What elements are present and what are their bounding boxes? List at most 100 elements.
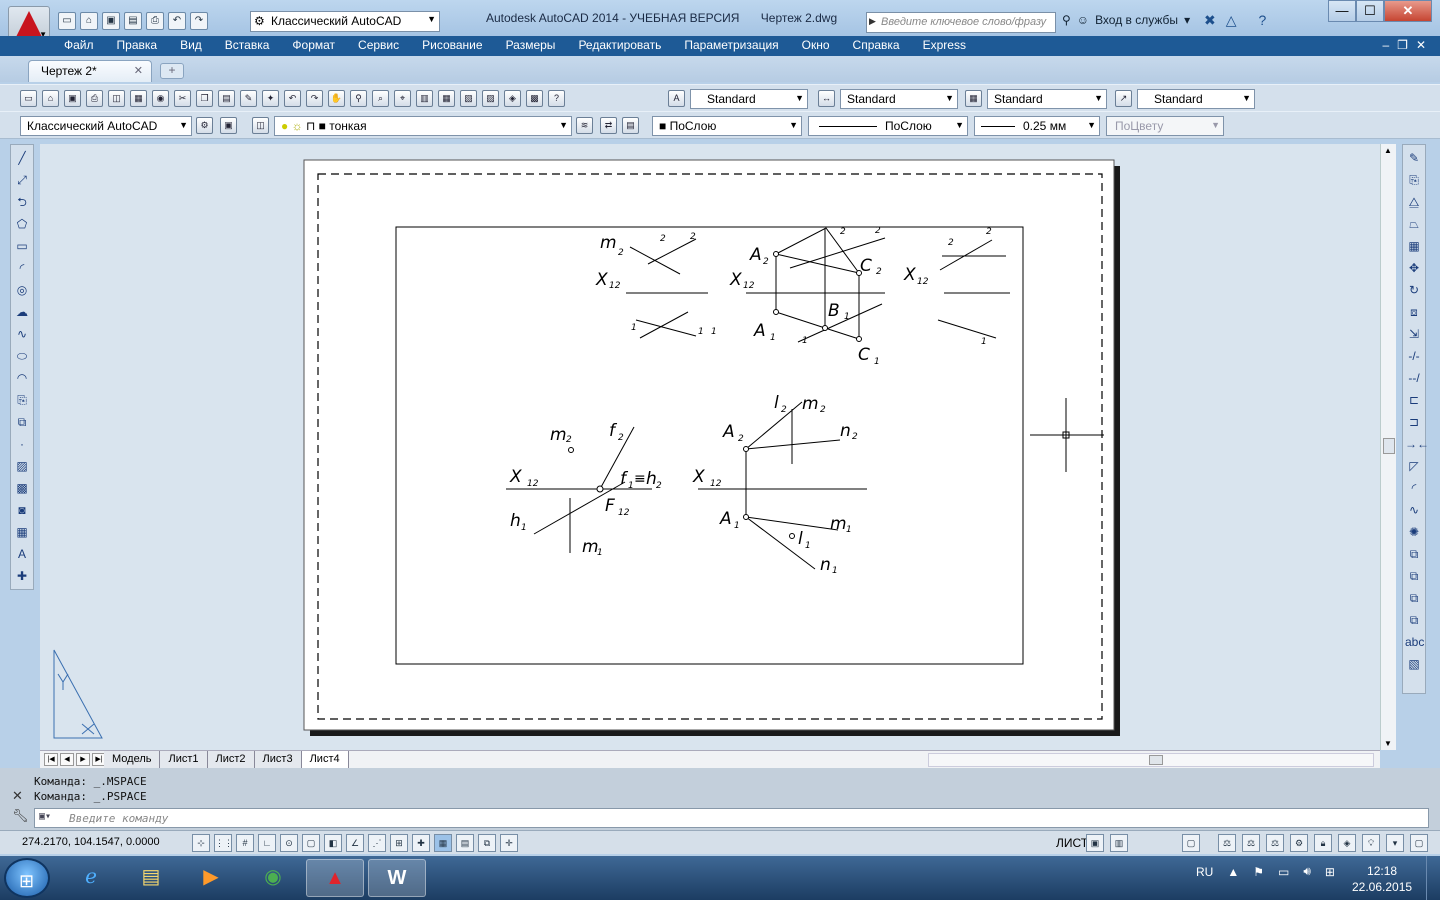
help-search-input[interactable]: ▶ Введите ключевое слово/фразу [866, 12, 1056, 33]
annotation-scale-icon[interactable]: ⚖ [1218, 834, 1236, 852]
dynamic-ucs-icon[interactable]: ⋰ [368, 834, 386, 852]
insert-block-icon[interactable]: ⎘ [13, 391, 31, 409]
send-under-icon[interactable]: ⧉ [1405, 611, 1423, 629]
print-icon[interactable]: ⎙ [86, 90, 103, 107]
word-taskbar-icon[interactable]: W [368, 859, 426, 897]
construction-line-icon[interactable]: ⤢ [13, 171, 31, 189]
tab-sheet1[interactable]: Лист1 [160, 751, 208, 768]
block-editor-icon[interactable]: ✦ [262, 90, 279, 107]
close-icon[interactable]: ✕ [134, 64, 143, 77]
draworder-front-icon[interactable]: ⧉ [1405, 545, 1423, 563]
design-center-icon[interactable]: ▦ [438, 90, 455, 107]
flag-icon[interactable]: ⚑ [1253, 865, 1264, 879]
trim-icon[interactable]: -/- [1405, 347, 1423, 365]
menu-view[interactable]: Вид [180, 38, 213, 52]
mleader-style-icon[interactable]: ↗ [1115, 90, 1132, 107]
new-tab-button[interactable]: + [160, 63, 184, 79]
horizontal-scrollbar[interactable] [928, 753, 1374, 767]
menu-modify[interactable]: Редактировать [578, 38, 672, 52]
menu-draw[interactable]: Рисование [422, 38, 493, 52]
ellipse-arc-icon[interactable]: ◠ [13, 369, 31, 387]
stretch-icon[interactable]: ⇲ [1405, 325, 1423, 343]
undo-icon[interactable]: ↶ [168, 12, 186, 30]
autocad-taskbar-icon[interactable]: ▲ [306, 859, 364, 897]
zoom-previous-icon[interactable]: ⌖ [394, 90, 411, 107]
layer-state-icon[interactable]: ▤ [622, 117, 639, 134]
scroll-thumb[interactable] [1149, 755, 1163, 765]
redo-icon[interactable]: ↷ [306, 90, 323, 107]
annotation-visibility-icon[interactable]: ⚖ [1242, 834, 1260, 852]
workspace-select[interactable]: ⚙ Классический AutoCAD ▼ [250, 11, 440, 32]
internet-explorer-icon[interactable]: ℯ [62, 859, 120, 897]
blend-curves-icon[interactable]: ∿ [1405, 501, 1423, 519]
add-selected-icon[interactable]: ✚ [13, 567, 31, 585]
polyline-icon[interactable]: ⮌ [13, 193, 31, 211]
save-icon[interactable]: ▣ [102, 12, 120, 30]
fillet-icon[interactable]: ◜ [1405, 479, 1423, 497]
layer-select[interactable]: ● ☼ ⊓ ■ тонкая ▼ [274, 116, 572, 136]
join-icon[interactable]: →← [1405, 435, 1429, 453]
command-input[interactable]: ▣▾ Введите команду [34, 808, 1429, 828]
next-tab-icon[interactable]: ▶ [76, 753, 90, 766]
tab-sheet4[interactable]: Лист4 [301, 751, 349, 768]
close-button[interactable]: ✕ [1384, 0, 1432, 22]
auto-scale-icon[interactable]: ⚖ [1266, 834, 1284, 852]
show-lineweight-icon[interactable]: ✚ [412, 834, 430, 852]
menu-tools[interactable]: Сервис [358, 38, 410, 52]
binoculars-icon[interactable]: ⚲ [1062, 13, 1071, 27]
mdi-close-icon[interactable]: ✕ [1416, 38, 1426, 52]
paste-icon[interactable]: ▤ [218, 90, 235, 107]
new-file-icon[interactable]: ▭ [20, 90, 37, 107]
transparency-icon[interactable]: ▦ [434, 834, 452, 852]
match-properties-icon[interactable]: ✎ [240, 90, 257, 107]
save-as-icon[interactable]: ▤ [124, 12, 142, 30]
menu-file[interactable]: Файл [64, 38, 105, 52]
text-to-front-icon[interactable]: abc [1405, 633, 1424, 651]
scroll-up-icon[interactable]: ▲ [1384, 146, 1392, 155]
snap-mode-icon[interactable]: ⋮⋮ [214, 834, 233, 852]
text-style-icon[interactable]: A [668, 90, 685, 107]
gradient-icon[interactable]: ▩ [13, 479, 31, 497]
mdi-restore-icon[interactable]: ❐ [1397, 38, 1408, 52]
break-icon[interactable]: ⊐ [1405, 413, 1423, 431]
menu-express[interactable]: Express [923, 38, 977, 52]
rotate-icon[interactable]: ↻ [1405, 281, 1423, 299]
spline-icon[interactable]: ∿ [13, 325, 31, 343]
drawing-area[interactable]: m 2 2 2 X 12 1 1 1 A 2 X 12 2 2 C 2 B 1 … [40, 144, 1380, 750]
move-icon[interactable]: ✥ [1405, 259, 1423, 277]
print-preview-icon[interactable]: ◫ [108, 90, 125, 107]
login-label[interactable]: Вход в службы [1095, 13, 1178, 27]
windows-small-icon[interactable]: ⊞ [1325, 865, 1335, 879]
hatch-icon[interactable]: ▨ [13, 457, 31, 475]
chamfer-icon[interactable]: ◸ [1405, 457, 1423, 475]
table-icon[interactable]: ▦ [13, 523, 31, 541]
layer-manager-icon[interactable]: ◫ [252, 117, 269, 134]
quickcalc-icon[interactable]: ▩ [526, 90, 543, 107]
dynamic-input-icon[interactable]: ⊞ [390, 834, 408, 852]
language-indicator[interactable]: RU [1196, 865, 1213, 879]
menu-help[interactable]: Справка [853, 38, 911, 52]
coordinates-readout[interactable]: 274.2170, 104.1547, 0.0000 [22, 836, 160, 848]
show-desktop-button[interactable] [1426, 856, 1440, 900]
show-hidden-icons-icon[interactable]: ▲ [1227, 865, 1239, 879]
3d-object-snap-icon[interactable]: ◧ [324, 834, 342, 852]
cut-icon[interactable]: ✂ [174, 90, 191, 107]
start-button[interactable]: ⊞ [4, 858, 50, 898]
dim-style-icon[interactable]: ↔ [818, 90, 835, 107]
zoom-realtime-icon[interactable]: ⚲ [350, 90, 367, 107]
object-snap-icon[interactable]: ▢ [302, 834, 320, 852]
media-player-icon[interactable]: ▶ [182, 859, 240, 897]
mleader-style-select[interactable]: Standard ▼ [1137, 89, 1255, 109]
annotation-monitor-icon[interactable]: ✛ [500, 834, 518, 852]
clean-screen-icon[interactable]: ▢ [1410, 834, 1428, 852]
erase-icon[interactable]: ✎ [1405, 149, 1423, 167]
volume-icon[interactable]: 🔊︎ [1303, 864, 1311, 879]
zoom-window-icon[interactable]: ⌕ [372, 90, 389, 107]
command-prompt-icon[interactable]: ▣▾ [39, 811, 51, 822]
line-icon[interactable]: ╱ [13, 149, 31, 167]
mirror-icon[interactable]: ⧋ [1405, 193, 1423, 211]
maximize-button[interactable]: ☐ [1356, 0, 1384, 22]
make-current-layer-icon[interactable]: ≋ [576, 117, 593, 134]
menu-insert[interactable]: Вставка [225, 38, 281, 52]
layer-previous-icon[interactable]: ⇄ [600, 117, 617, 134]
